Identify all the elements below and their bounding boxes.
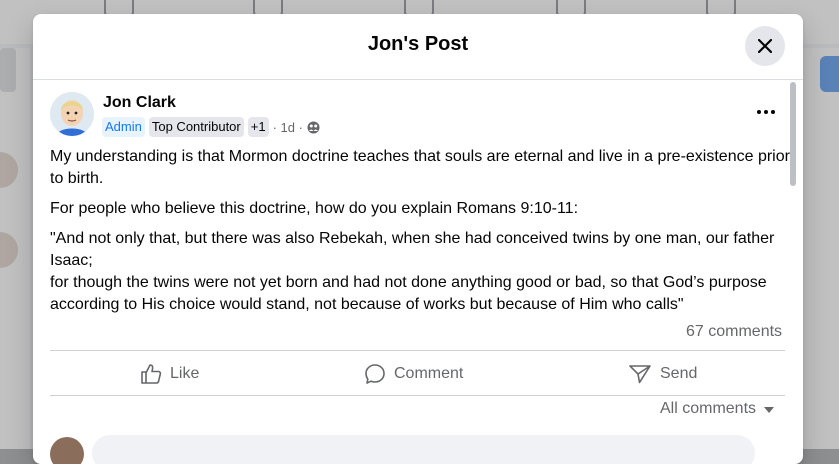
- more-badges[interactable]: +1: [247, 117, 269, 137]
- background-right-card: [803, 48, 839, 449]
- post-paragraph: My understanding is that Mormon doctrine…: [50, 148, 790, 187]
- avatar[interactable]: [50, 92, 94, 136]
- comment-count[interactable]: 67 comments: [686, 323, 782, 341]
- scrollbar[interactable]: [790, 82, 796, 186]
- dialog-header: Jon's Post: [33, 14, 803, 80]
- comment-filter-dropdown[interactable]: All comments: [660, 400, 775, 418]
- top-contributor-badge[interactable]: Top Contributor: [148, 117, 244, 137]
- comment-button[interactable]: Comment: [364, 354, 463, 394]
- more-options-dot: [764, 110, 768, 114]
- like-button[interactable]: Like: [140, 354, 199, 394]
- send-label: Send: [660, 365, 698, 382]
- post-header: Jon Clark Admin Top Contributor +1 · 1d …: [50, 92, 790, 140]
- send-button[interactable]: Send: [628, 354, 697, 394]
- post-time[interactable]: · 1d ·: [273, 120, 303, 135]
- divider: [50, 350, 785, 351]
- background-thumbnail: [0, 48, 16, 92]
- more-options-icon: [757, 110, 761, 114]
- like-label: Like: [170, 365, 200, 382]
- comment-label: Comment: [394, 365, 464, 382]
- post-paragraph: for though the twins were not yet born a…: [50, 274, 767, 313]
- divider: [50, 395, 785, 396]
- close-button[interactable]: [745, 26, 785, 66]
- avatar-image: [50, 92, 94, 136]
- author-name[interactable]: Jon Clark: [103, 94, 176, 112]
- post-body: My understanding is that Mormon doctrine…: [50, 146, 790, 324]
- current-user-avatar[interactable]: [50, 437, 84, 464]
- send-icon: [629, 365, 651, 384]
- more-options-button[interactable]: [753, 102, 779, 122]
- close-icon: [758, 39, 772, 53]
- comment-filter-label: All comments: [660, 400, 757, 417]
- post-paragraph: "And not only that, but there was also R…: [50, 230, 775, 269]
- background-button: [820, 56, 839, 92]
- post-meta: Admin Top Contributor +1 · 1d ·: [102, 116, 320, 138]
- like-icon: [141, 364, 162, 384]
- dialog-title: Jon's Post: [367, 33, 469, 55]
- post-dialog: Jon's Post Jon Clark Admin Top Contribut…: [33, 14, 803, 464]
- admin-badge[interactable]: Admin: [102, 117, 145, 137]
- chevron-down-icon: [764, 407, 775, 413]
- group-audience-icon: [307, 121, 320, 133]
- comment-input[interactable]: [92, 435, 755, 464]
- post-paragraph: For people who believe this doctrine, ho…: [50, 200, 579, 217]
- comment-icon: [365, 364, 385, 384]
- more-options-dot: [771, 110, 775, 114]
